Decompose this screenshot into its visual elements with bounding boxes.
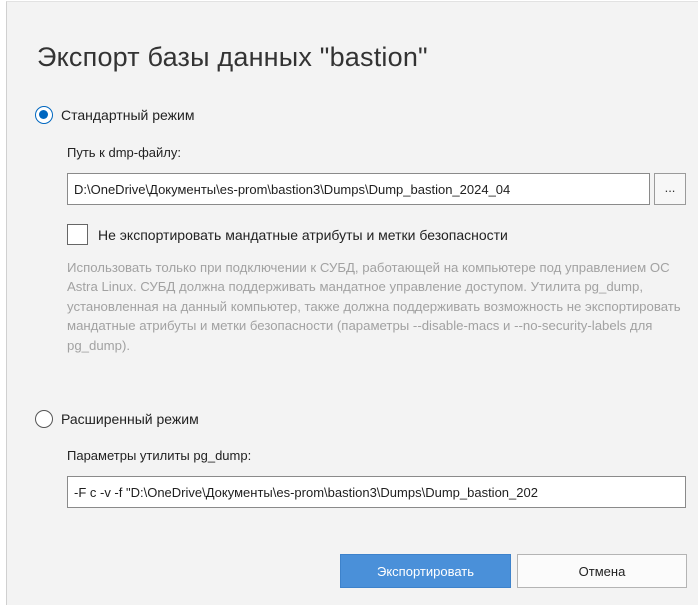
pg-dump-params-label: Параметры утилиты pg_dump: <box>67 448 252 463</box>
export-dialog: Экспорт базы данных "bastion" Стандартны… <box>6 1 698 605</box>
dmp-path-label: Путь к dmp-файлу: <box>67 145 181 160</box>
standard-mode-label: Стандартный режим <box>61 107 195 123</box>
no-mac-checkbox-row[interactable]: Не экспортировать мандатные атрибуты и м… <box>67 224 508 245</box>
no-mac-checkbox-label: Не экспортировать мандатные атрибуты и м… <box>98 226 508 243</box>
extended-mode-radio[interactable]: Расширенный режим <box>35 410 199 428</box>
cancel-button[interactable]: Отмена <box>517 554 687 588</box>
dmp-path-input[interactable] <box>67 173 650 205</box>
extended-mode-label: Расширенный режим <box>61 411 199 427</box>
pg-dump-params-input[interactable] <box>67 476 686 508</box>
browse-button[interactable]: ... <box>654 173 686 205</box>
no-mac-description: Использовать только при подключении к СУ… <box>67 260 681 353</box>
radio-unselected-icon[interactable] <box>35 410 53 428</box>
dialog-title: Экспорт базы данных "bastion" <box>37 42 428 72</box>
no-mac-checkbox[interactable] <box>67 224 88 245</box>
radio-selected-icon[interactable] <box>35 106 53 124</box>
export-button[interactable]: Экспортировать <box>340 554 511 588</box>
standard-mode-radio[interactable]: Стандартный режим <box>35 106 194 124</box>
